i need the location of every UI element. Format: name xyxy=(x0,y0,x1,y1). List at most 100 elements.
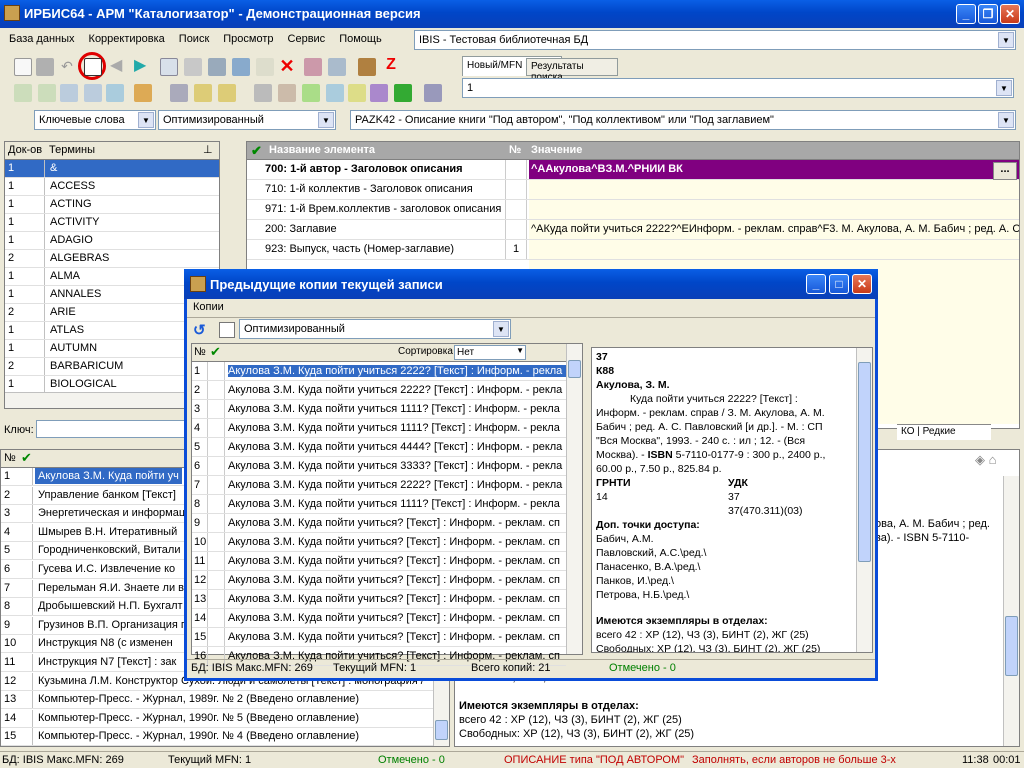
result-row[interactable]: 15 Компьютер-Пресс. - Журнал, 1990г. № 4 … xyxy=(1,728,433,747)
key-select[interactable]: Ключевые слова ▼ xyxy=(34,110,156,130)
copy-row[interactable]: 1 Акулова З.М. Куда пойти учиться 2222? [… xyxy=(192,362,566,381)
copy-row[interactable]: 14 Акулова З.М. Куда пойти учиться? [Текс… xyxy=(192,609,566,628)
copy-check[interactable] xyxy=(209,419,225,437)
worksheet-select[interactable]: PAZK42 - Описание книги "Под автором", "… xyxy=(350,110,1016,130)
copy-check[interactable] xyxy=(209,400,225,418)
copy-row[interactable]: 10 Акулова З.М. Куда пойти учиться? [Текс… xyxy=(192,533,566,552)
copy-check[interactable] xyxy=(209,362,225,380)
copy-check[interactable] xyxy=(209,514,225,532)
copy-row[interactable]: 15 Акулова З.М. Куда пойти учиться? [Текс… xyxy=(192,628,566,647)
irbis-icon[interactable] xyxy=(358,58,376,76)
copies-icon[interactable] xyxy=(84,58,102,76)
toolbar2-icon-15[interactable] xyxy=(370,84,388,102)
toolbar2-icon-1[interactable] xyxy=(14,84,32,102)
tab-ko[interactable]: КО xyxy=(901,426,915,437)
field-row[interactable]: 923: Выпуск, часть (Номер-заглавие) 1 xyxy=(247,240,1019,260)
undo-icon[interactable]: ↺ xyxy=(193,321,206,339)
import-icon[interactable] xyxy=(304,58,322,76)
toolbar2-icon-12[interactable] xyxy=(302,84,320,102)
menu-edit[interactable]: Корректировка xyxy=(80,29,170,45)
copy-row[interactable]: 9 Акулова З.М. Куда пойти учиться? [Текст… xyxy=(192,514,566,533)
mfn-select[interactable]: 1 ▼ xyxy=(462,78,1014,98)
edit-icon[interactable] xyxy=(256,58,274,76)
pin-icon[interactable]: ⊥ xyxy=(203,143,213,156)
copy-preview-vscroll[interactable] xyxy=(856,348,872,652)
dictionary-row[interactable]: 2 ALGEBRAS xyxy=(5,250,219,268)
copy-check[interactable] xyxy=(209,571,225,589)
copy-check[interactable] xyxy=(209,628,225,646)
menu-service[interactable]: Сервис xyxy=(279,29,331,45)
menu-help[interactable]: Помощь xyxy=(330,29,387,45)
copy-check[interactable] xyxy=(209,495,225,513)
menu-search[interactable]: Поиск xyxy=(170,29,214,45)
table-icon[interactable] xyxy=(184,58,202,76)
next-icon[interactable]: ▶ xyxy=(134,58,152,76)
copy-row[interactable]: 4 Акулова З.М. Куда пойти учиться 1111? [… xyxy=(192,419,566,438)
toolbar2-icon-6[interactable] xyxy=(134,84,152,102)
field-value[interactable] xyxy=(529,240,1019,259)
paste-icon[interactable] xyxy=(194,84,212,102)
printer-icon[interactable] xyxy=(254,84,272,102)
field-row[interactable]: 971: 1-й Врем.коллектив - заголовок опис… xyxy=(247,200,1019,220)
mode-select[interactable]: Оптимизированный ▼ xyxy=(158,110,336,130)
field-row[interactable]: 200: Заглавие ^AКуда пойти учиться 2222?^… xyxy=(247,220,1019,240)
tree-icon[interactable] xyxy=(232,58,250,76)
delete-icon[interactable]: ✕ xyxy=(278,56,296,76)
result-row[interactable]: 13 Компьютер-Пресс. - Журнал, 1989г. № 2 … xyxy=(1,691,433,710)
export-icon[interactable] xyxy=(328,58,346,76)
toolbar2-icon-2[interactable] xyxy=(38,84,56,102)
toolbar2-icon-4[interactable] xyxy=(84,84,102,102)
copy-row[interactable]: 2 Акулова З.М. Куда пойти учиться 2222? [… xyxy=(192,381,566,400)
dialog-close-button[interactable]: ✕ xyxy=(852,274,872,294)
restore-button[interactable]: ❐ xyxy=(978,4,998,24)
result-row[interactable]: 14 Компьютер-Пресс. - Журнал, 1990г. № 5 … xyxy=(1,709,433,728)
copy-row[interactable]: 7 Акулова З.М. Куда пойти учиться 2222? [… xyxy=(192,476,566,495)
toolbar2-icon-5[interactable] xyxy=(106,84,124,102)
copy-row[interactable]: 3 Акулова З.М. Куда пойти учиться 1111? [… xyxy=(192,400,566,419)
copy-row[interactable]: 12 Акулова З.М. Куда пойти учиться? [Текс… xyxy=(192,571,566,590)
menu-database[interactable]: База данных xyxy=(0,29,80,45)
tab-rare[interactable]: Редкие xyxy=(923,426,956,437)
save-icon[interactable] xyxy=(36,58,54,76)
preview-tools-icon[interactable]: ◈ ⌂ xyxy=(975,452,996,468)
copy-check[interactable] xyxy=(209,533,225,551)
field-value[interactable]: ^AАкулова^BЗ.М.^PНИИ ВК xyxy=(529,160,1019,179)
preview-scroll-thumb[interactable] xyxy=(1005,616,1018,676)
toolbar2-icon-11[interactable] xyxy=(278,84,296,102)
preview-vscroll[interactable] xyxy=(1003,476,1019,746)
copy-row[interactable]: 11 Акулова З.М. Куда пойти учиться? [Текс… xyxy=(192,552,566,571)
dictionary-row[interactable]: 1 ACTIVITY xyxy=(5,214,219,232)
copies-vscroll[interactable] xyxy=(566,344,582,654)
field-row[interactable]: 700: 1-й автор - Заголовок описания ^AАку… xyxy=(247,160,1019,180)
copy-row[interactable]: 6 Акулова З.М. Куда пойти учиться 3333? [… xyxy=(192,457,566,476)
field-value[interactable] xyxy=(529,180,1019,199)
folder-icon[interactable] xyxy=(348,84,366,102)
copy-row[interactable]: 13 Акулова З.М. Куда пойти учиться? [Текс… xyxy=(192,590,566,609)
copies-scroll-thumb[interactable] xyxy=(568,360,581,378)
print-icon[interactable] xyxy=(208,58,226,76)
toolbar2-icon-17[interactable] xyxy=(424,84,442,102)
sort-select[interactable]: Нет ▼ xyxy=(454,345,526,360)
dialog-maximize-button[interactable]: □ xyxy=(829,274,849,294)
dictionary-row[interactable]: 1 ADAGIO xyxy=(5,232,219,250)
prev-icon[interactable]: ◀ xyxy=(110,58,128,76)
copy-row[interactable]: 5 Акулова З.М. Куда пойти учиться 4444? [… xyxy=(192,438,566,457)
field-value[interactable] xyxy=(529,200,1019,219)
copy-preview-scroll-thumb[interactable] xyxy=(858,362,871,562)
toolbar2-icon-13[interactable] xyxy=(326,84,344,102)
copy-row[interactable]: 8 Акулова З.М. Куда пойти учиться 1111? [… xyxy=(192,495,566,514)
field-row[interactable]: 710: 1-й коллектив - Заголовок описания xyxy=(247,180,1019,200)
database-select[interactable]: IBIS - Тестовая библиотечная БД ▼ xyxy=(414,30,1016,50)
copy-check[interactable] xyxy=(209,590,225,608)
undo-icon[interactable]: ↶ xyxy=(58,58,76,76)
copy-check[interactable] xyxy=(209,476,225,494)
dialog-mode-select[interactable]: Оптимизированный ▼ xyxy=(239,319,511,339)
z-icon[interactable]: Z xyxy=(382,56,400,74)
results-scroll-thumb[interactable] xyxy=(435,720,448,740)
dictionary-row[interactable]: 1 & xyxy=(5,160,219,178)
copy-check[interactable] xyxy=(209,609,225,627)
copy-check[interactable] xyxy=(209,457,225,475)
link-icon[interactable] xyxy=(170,84,188,102)
clipboard-icon[interactable] xyxy=(218,84,236,102)
dialog-menu-copies[interactable]: Копии xyxy=(193,301,224,313)
